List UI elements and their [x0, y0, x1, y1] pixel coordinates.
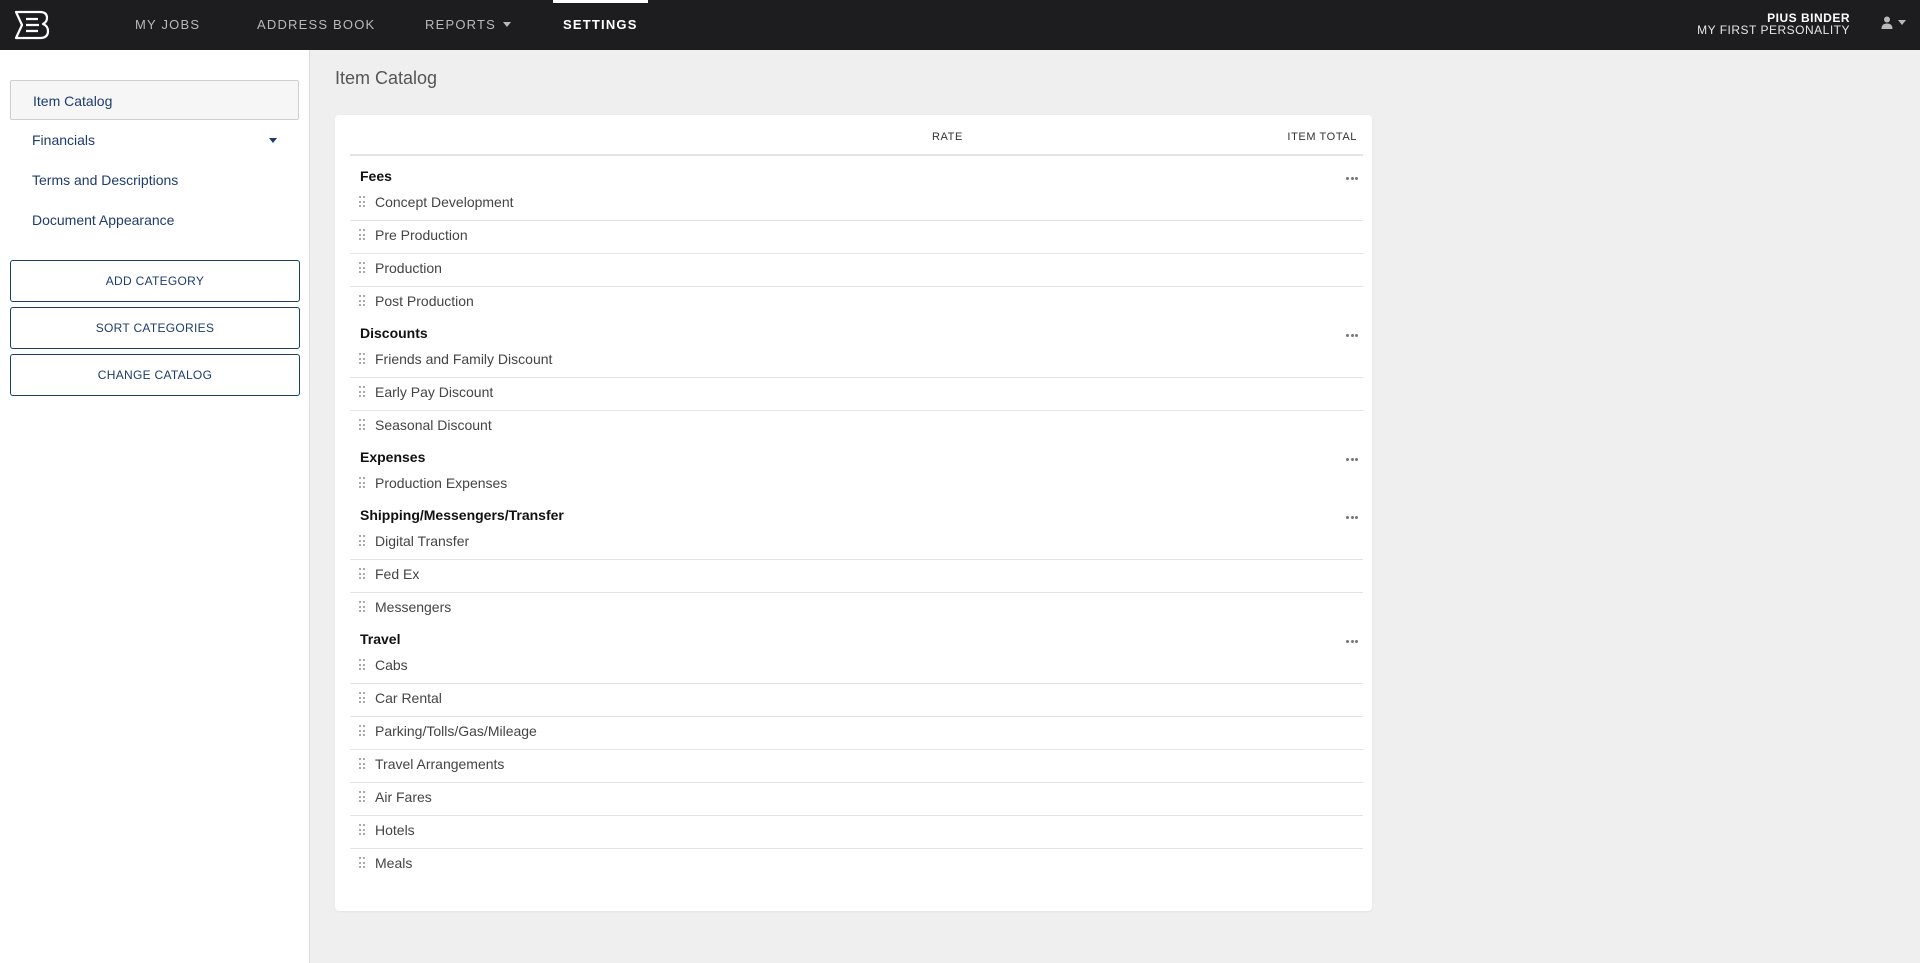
drag-handle-icon[interactable]: [359, 692, 365, 703]
sidebar-item-financials[interactable]: Financials: [10, 120, 299, 160]
drag-handle-icon[interactable]: [359, 477, 365, 488]
catalog-item-label: Pre Production: [375, 227, 468, 243]
drag-handle-icon[interactable]: [359, 353, 365, 364]
add-category-button[interactable]: ADD CATEGORY: [10, 260, 300, 302]
drag-handle-icon[interactable]: [359, 601, 365, 612]
drag-handle-icon[interactable]: [359, 262, 365, 273]
catalog-item-label: Concept Development: [375, 194, 514, 210]
drag-handle-icon[interactable]: [359, 725, 365, 736]
item-catalog-card: RATE ITEM TOTAL Fees Concept Development P…: [335, 115, 1372, 911]
catalog-item-row[interactable]: Messengers: [350, 593, 1363, 626]
catalog-item-row[interactable]: Post Production: [350, 287, 1363, 320]
chevron-down-icon: [503, 22, 512, 27]
sort-categories-button[interactable]: SORT CATEGORIES: [10, 307, 300, 349]
drag-handle-icon[interactable]: [359, 791, 365, 802]
catalog-item-row[interactable]: Production Expenses: [350, 469, 1363, 502]
more-options-icon[interactable]: [1346, 516, 1358, 520]
catalog-item-row[interactable]: Early Pay Discount: [350, 378, 1363, 411]
drag-handle-icon[interactable]: [359, 386, 365, 397]
catalog-item-label: Hotels: [375, 822, 415, 838]
sidebar-item-item-catalog[interactable]: Item Catalog: [10, 80, 299, 120]
more-options-icon[interactable]: [1346, 334, 1358, 338]
catalog-item-row[interactable]: Hotels: [350, 816, 1363, 849]
sidebar-item-document-appearance[interactable]: Document Appearance: [10, 200, 299, 240]
catalog-item-label: Travel Arrangements: [375, 756, 505, 772]
drag-handle-icon[interactable]: [359, 568, 365, 579]
catalog-item-label: Air Fares: [375, 789, 432, 805]
drag-handle-icon[interactable]: [359, 824, 365, 835]
drag-handle-icon[interactable]: [359, 659, 365, 670]
category-title-discounts: Discounts: [360, 325, 428, 341]
drag-handle-icon[interactable]: [359, 535, 365, 546]
catalog-item-label: Cabs: [375, 657, 408, 673]
nav-my-jobs[interactable]: MY JOBS: [135, 0, 200, 50]
more-options-icon[interactable]: [1346, 458, 1358, 462]
catalog-item-row[interactable]: Fed Ex: [350, 560, 1363, 593]
top-navigation-bar: MY JOBS ADDRESS BOOK REPORTS SETTINGS PI…: [0, 0, 1920, 50]
sidebar-item-terms-and-descriptions[interactable]: Terms and Descriptions: [10, 160, 299, 200]
user-menu-toggle[interactable]: [1881, 16, 1906, 29]
catalog-item-label: Car Rental: [375, 690, 442, 706]
chevron-down-icon: [269, 138, 277, 143]
catalog-item-label: Meals: [375, 855, 413, 871]
settings-sidebar: Item Catalog Financials Terms and Descri…: [0, 50, 310, 963]
catalog-item-label: Parking/Tolls/Gas/Mileage: [375, 723, 537, 739]
catalog-item-row[interactable]: Parking/Tolls/Gas/Mileage: [350, 717, 1363, 750]
brand-logo-icon[interactable]: [14, 9, 50, 41]
more-options-icon[interactable]: [1346, 640, 1358, 644]
drag-handle-icon[interactable]: [359, 295, 365, 306]
nav-address-book[interactable]: ADDRESS BOOK: [257, 0, 375, 50]
user-company: MY FIRST PERSONALITY: [1697, 23, 1850, 37]
catalog-item-label: Production: [375, 260, 442, 276]
page-title: Item Catalog: [335, 68, 438, 88]
category-title-expenses: Expenses: [360, 449, 426, 465]
nav-reports[interactable]: REPORTS: [425, 0, 512, 50]
catalog-item-row[interactable]: Seasonal Discount: [350, 411, 1363, 444]
column-header-rate: RATE: [932, 131, 963, 143]
drag-handle-icon[interactable]: [359, 196, 365, 207]
drag-handle-icon[interactable]: [359, 419, 365, 430]
catalog-item-row[interactable]: Cabs: [350, 651, 1363, 684]
catalog-item-row[interactable]: Pre Production: [350, 221, 1363, 254]
change-catalog-button[interactable]: CHANGE CATALOG: [10, 354, 300, 396]
catalog-item-row[interactable]: Air Fares: [350, 783, 1363, 816]
catalog-item-row[interactable]: Friends and Family Discount: [350, 345, 1363, 378]
drag-handle-icon[interactable]: [359, 857, 365, 868]
drag-handle-icon[interactable]: [359, 758, 365, 769]
catalog-item-label: Friends and Family Discount: [375, 351, 553, 367]
catalog-item-label: Early Pay Discount: [375, 384, 494, 400]
catalog-item-label: Seasonal Discount: [375, 417, 492, 433]
catalog-item-row[interactable]: Meals: [350, 849, 1363, 882]
header-divider: [350, 154, 1363, 156]
catalog-item-row[interactable]: Production: [350, 254, 1363, 287]
category-title-shipping-messengers-transfer: Shipping/Messengers/Transfer: [360, 507, 564, 523]
user-info[interactable]: PIUS BINDER MY FIRST PERSONALITY: [1697, 12, 1850, 36]
more-options-icon[interactable]: [1346, 177, 1358, 181]
catalog-item-label: Post Production: [375, 293, 474, 309]
catalog-item-row[interactable]: Travel Arrangements: [350, 750, 1363, 783]
category-title-travel: Travel: [360, 631, 401, 647]
category-title-fees: Fees: [360, 168, 392, 184]
catalog-item-label: Fed Ex: [375, 566, 420, 582]
nav-settings[interactable]: SETTINGS: [553, 0, 648, 50]
column-header-item-total: ITEM TOTAL: [1287, 131, 1357, 143]
user-icon: [1881, 16, 1893, 29]
chevron-down-icon: [1898, 20, 1906, 25]
catalog-item-label: Production Expenses: [375, 475, 508, 491]
catalog-item-row[interactable]: Digital Transfer: [350, 527, 1363, 560]
catalog-item-row[interactable]: Car Rental: [350, 684, 1363, 717]
catalog-item-row[interactable]: Concept Development: [350, 188, 1363, 221]
catalog-item-label: Digital Transfer: [375, 533, 470, 549]
drag-handle-icon[interactable]: [359, 229, 365, 240]
catalog-item-label: Messengers: [375, 599, 452, 615]
